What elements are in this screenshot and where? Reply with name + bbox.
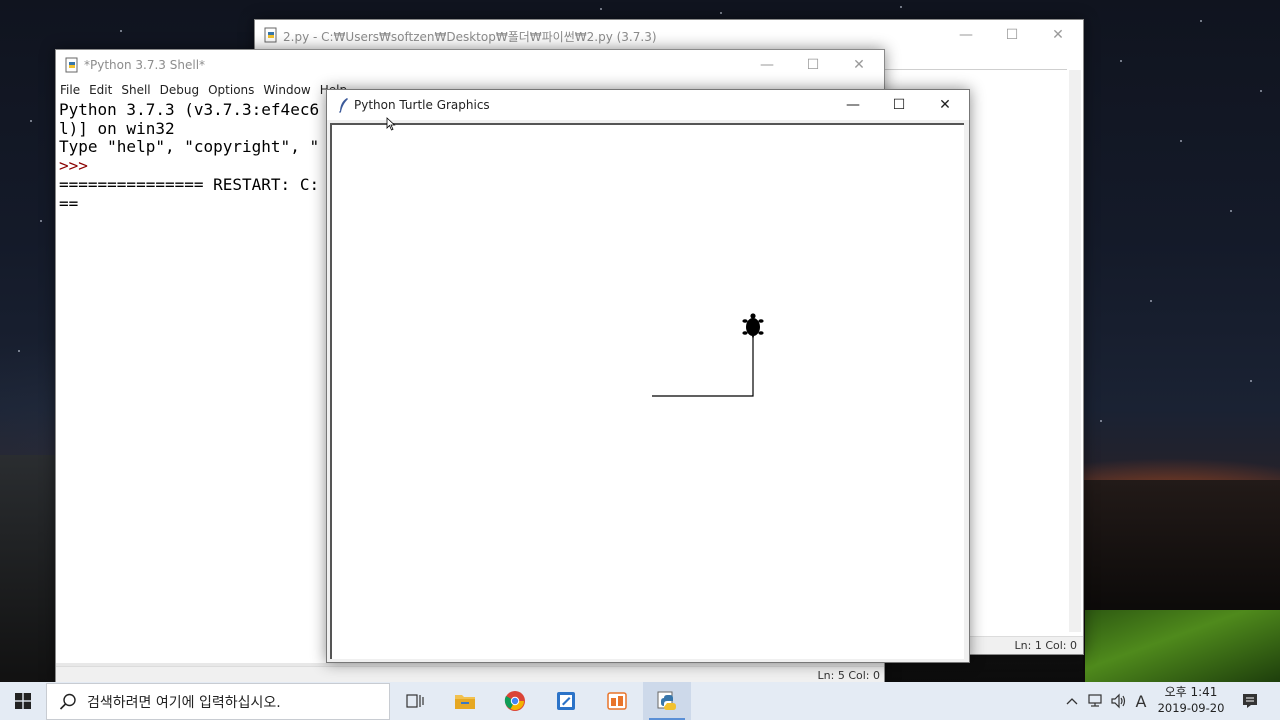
close-icon: ✕ [939,97,951,113]
volume-icon [1111,693,1126,709]
minimize-icon: — [959,27,973,43]
mouse-cursor-icon [386,117,396,131]
tray-network-button[interactable] [1084,682,1106,720]
shell-close-button[interactable]: ✕ [836,50,882,80]
turtle-canvas[interactable] [330,123,964,659]
menu-window[interactable]: Window [263,83,310,97]
close-icon: ✕ [1052,27,1064,43]
tray-ime-indicator[interactable]: A [1132,682,1150,720]
editor-menu-divider [885,69,1067,70]
task-view-icon [406,694,424,708]
task-view-button[interactable] [391,682,439,720]
feather-icon [339,98,348,113]
action-center-button[interactable] [1236,682,1264,720]
ime-indicator-text: A [1135,691,1147,711]
file-explorer-button[interactable] [441,682,489,720]
minimize-icon: — [760,57,774,73]
taskbar-search-box[interactable]: 검색하려면 여기에 입력하십시오. [46,683,390,720]
presentation-app-button[interactable] [593,682,641,720]
python-file-icon [264,27,277,43]
turtle-close-button[interactable]: ✕ [922,90,968,120]
turtle-title: Python Turtle Graphics [354,98,490,112]
clock-date: 2019-09-20 [1157,701,1225,715]
python-idle-button[interactable] [643,682,691,720]
maximize-icon: ☐ [1005,27,1019,43]
shell-title: *Python 3.7.3 Shell* [84,58,206,72]
wallpaper-green-field [1085,610,1280,682]
python-icon [657,691,676,710]
menu-shell[interactable]: Shell [121,83,150,97]
editor-status-text: Ln: 1 Col: 0 [1014,639,1077,652]
maximize-icon: ☐ [806,57,820,73]
turtle-window[interactable]: Python Turtle Graphics — ☐ ✕ [326,89,970,663]
editor-title: 2.py - C:₩Users₩softzen₩Desktop₩폴더₩파이썬₩2… [283,30,657,44]
folder-icon [455,695,475,709]
network-icon [1088,694,1102,707]
turtle-icon [742,313,764,340]
python-shell-icon [65,57,78,73]
maximize-icon: ☐ [892,97,906,113]
taskbar-clock[interactable]: 오후 1:41 2019-09-20 [1152,684,1230,718]
shell-minimize-button[interactable]: — [744,50,790,80]
hangul-editor-button[interactable] [542,682,590,720]
notification-icon [1243,694,1257,708]
menu-edit[interactable]: Edit [89,83,112,97]
menu-file[interactable]: File [60,83,80,97]
menu-debug[interactable]: Debug [160,83,199,97]
minimize-icon: — [846,97,860,113]
search-icon [59,693,76,710]
turtle-titlebar[interactable]: Python Turtle Graphics — ☐ ✕ [327,90,969,120]
close-icon: ✕ [853,57,865,73]
turtle-path [652,327,754,397]
search-placeholder: 검색하려면 여기에 입력하십시오. [87,694,281,711]
windows-logo-icon [15,693,31,709]
chevron-up-icon [1066,698,1078,705]
tray-overflow-button[interactable] [1062,682,1082,720]
turtle-maximize-button[interactable]: ☐ [876,90,922,120]
turtle-minimize-button[interactable]: — [830,90,876,120]
tray-volume-button[interactable] [1108,682,1130,720]
presentation-icon [607,692,627,710]
clock-time: 오후 1:41 [1164,685,1218,699]
shell-titlebar[interactable]: *Python 3.7.3 Shell* — ☐ ✕ [56,50,884,80]
chrome-icon [504,691,525,711]
editor-maximize-button[interactable]: ☐ [989,20,1035,50]
shell-maximize-button[interactable]: ☐ [790,50,836,80]
taskbar: 검색하려면 여기에 입력하십시오. A 오후 1:41 2019-09-20 [0,682,1280,720]
editor-minimize-button[interactable]: — [943,20,989,50]
menu-options[interactable]: Options [208,83,254,97]
shell-status-text: Ln: 5 Col: 0 [817,669,880,682]
editor-titlebar[interactable]: 2.py - C:₩Users₩softzen₩Desktop₩폴더₩파이썬₩2… [255,20,1083,50]
editor-vertical-scrollbar[interactable] [1069,70,1081,632]
turtle-drawing [652,313,764,397]
editor-close-button[interactable]: ✕ [1035,20,1081,50]
document-editor-icon [557,692,575,710]
start-button[interactable] [0,682,46,720]
chrome-button[interactable] [491,682,539,720]
